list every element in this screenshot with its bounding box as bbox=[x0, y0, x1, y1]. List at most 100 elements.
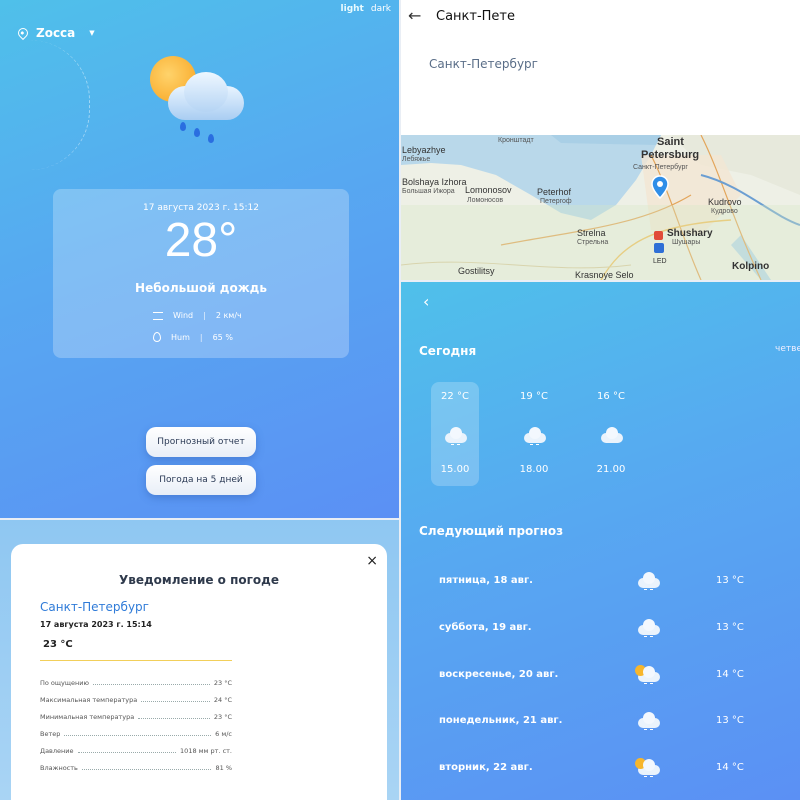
city-search-screen: ← Санкт-Петербург bbox=[401, 0, 800, 135]
hourly-temp: 22 °C bbox=[441, 391, 469, 402]
detail-row: Максимальная температура 24 °C bbox=[40, 696, 232, 704]
back-arrow-icon[interactable]: ← bbox=[408, 6, 421, 25]
theme-light-option[interactable]: light bbox=[341, 4, 364, 14]
day-label: суббота, 19 авг. bbox=[439, 622, 532, 633]
weather-main-screen: light dark Zocca ▼ 17 августа 2023 г. 15… bbox=[0, 0, 399, 518]
current-date: 17 августа 2023 г. 15:12 bbox=[143, 203, 259, 213]
map-label: Strelna bbox=[577, 228, 606, 238]
modal-title: Уведомление о погоде bbox=[119, 573, 279, 587]
current-weather-card: 17 августа 2023 г. 15:12 28° Небольшой д… bbox=[53, 189, 349, 358]
daily-forecast-row[interactable]: пятница, 18 авг. 13 °C bbox=[439, 572, 759, 592]
daily-forecast-row[interactable]: вторник, 22 авг. 14 °C bbox=[439, 758, 759, 779]
map-label: Peterhof bbox=[537, 187, 572, 197]
rain-cloud-icon bbox=[522, 427, 546, 445]
weather-notification-screen: × Уведомление о погоде Санкт-Петербург 1… bbox=[0, 520, 399, 800]
humidity-drop-icon bbox=[153, 332, 161, 342]
next-forecast-heading: Следующий прогноз bbox=[419, 524, 564, 538]
separator: | bbox=[203, 311, 206, 320]
modal-date: 17 августа 2023 г. 15:14 bbox=[40, 620, 152, 629]
daily-forecast-row[interactable]: понедельник, 21 авг. 13 °C bbox=[439, 712, 759, 732]
location-pin-icon bbox=[15, 25, 31, 41]
daily-forecast-row[interactable]: суббота, 19 авг. 13 °C bbox=[439, 619, 759, 639]
cloud-icon bbox=[599, 427, 623, 443]
rain-cloud-icon bbox=[636, 572, 660, 590]
rain-cloud-icon bbox=[636, 712, 660, 730]
map-label: Санкт-Петербург bbox=[633, 164, 688, 171]
map-label: Kudrovo bbox=[708, 197, 742, 207]
forecast-report-button[interactable]: Прогнозный отчет bbox=[146, 427, 256, 457]
map-background bbox=[401, 135, 800, 280]
map-label: Lebyazhye bbox=[402, 145, 446, 155]
detail-row: По ощущению 23 °C bbox=[40, 679, 232, 687]
rain-cloud-icon bbox=[443, 427, 467, 445]
city-map[interactable]: Кронштадт Saint Petersburg Санкт-Петербу… bbox=[401, 135, 800, 280]
wind-label: Wind bbox=[173, 311, 194, 320]
day-label: пятница, 18 авг. bbox=[439, 575, 533, 586]
airport-icon bbox=[654, 243, 664, 253]
detail-row: Давление 1018 мм рт. ст. bbox=[40, 747, 232, 755]
map-label: Lomonosov bbox=[465, 185, 512, 195]
modal-temperature: 23 °C bbox=[40, 639, 232, 661]
sun-cloud-rain-icon bbox=[150, 56, 250, 146]
city-search-input[interactable] bbox=[436, 5, 766, 27]
separator: | bbox=[199, 332, 203, 342]
day-temp: 13 °C bbox=[716, 715, 744, 726]
next-day-tab[interactable]: четве bbox=[775, 344, 800, 354]
notification-modal: × Уведомление о погоде Санкт-Петербург 1… bbox=[11, 544, 387, 800]
map-label: LED bbox=[653, 258, 667, 265]
hourly-temp: 19 °C bbox=[520, 391, 548, 402]
wind-value: 2 км/ч bbox=[215, 311, 242, 320]
humidity-label: Hum bbox=[171, 332, 190, 342]
hourly-temp: 16 °C bbox=[597, 391, 625, 402]
map-label: Петергоф bbox=[540, 198, 572, 205]
location-selector[interactable]: Zocca ▼ bbox=[15, 25, 95, 41]
hourly-time: 18.00 bbox=[519, 464, 549, 475]
today-heading: Сегодня bbox=[419, 344, 477, 358]
map-label: Shushary bbox=[667, 228, 713, 239]
day-label: понедельник, 21 авг. bbox=[439, 715, 563, 726]
weather-condition: Небольшой дождь bbox=[135, 281, 267, 295]
humidity-value: 65 % bbox=[212, 332, 233, 342]
day-label: вторник, 22 авг. bbox=[439, 762, 533, 773]
five-day-forecast-button[interactable]: Погода на 5 дней bbox=[146, 465, 256, 495]
map-label: Лебяжье bbox=[402, 156, 431, 163]
map-pin-icon[interactable] bbox=[651, 175, 669, 200]
day-temp: 14 °C bbox=[716, 762, 744, 773]
theme-dark-option[interactable]: dark bbox=[371, 4, 391, 14]
wind-row: Wind | 2 км/ч bbox=[153, 311, 242, 320]
location-name: Zocca bbox=[36, 26, 76, 40]
hourly-time: 15.00 bbox=[440, 464, 470, 475]
hourly-card[interactable]: 19 °C 18.00 bbox=[510, 382, 558, 486]
map-label: Saint bbox=[657, 136, 684, 148]
chevron-down-icon[interactable]: ▼ bbox=[89, 29, 94, 37]
map-label: Стрельна bbox=[577, 239, 609, 246]
theme-toggle: light dark bbox=[341, 4, 391, 14]
city-suggestion-item[interactable]: Санкт-Петербург bbox=[429, 57, 538, 71]
map-label: Большая Ижора bbox=[402, 188, 455, 195]
day-temp: 13 °C bbox=[716, 575, 744, 586]
sun-cloud-rain-icon bbox=[635, 665, 660, 684]
wind-icon bbox=[153, 311, 163, 320]
map-label: Шушары bbox=[672, 239, 701, 246]
hourly-time: 21.00 bbox=[596, 464, 626, 475]
map-label: Petersburg bbox=[641, 149, 700, 161]
map-label: Кронштадт bbox=[498, 137, 534, 144]
close-icon[interactable]: × bbox=[366, 553, 378, 569]
forecast-screen: ‹ четве Сегодня 22 °C 15.00 19 °C 18.00 … bbox=[401, 282, 800, 800]
day-temp: 14 °C bbox=[716, 669, 744, 680]
sun-cloud-rain-icon bbox=[635, 758, 660, 777]
current-temperature: 28° bbox=[164, 214, 238, 267]
map-label: Ломоносов bbox=[467, 197, 504, 204]
detail-row: Ветер 6 м/с bbox=[40, 730, 232, 738]
hourly-card[interactable]: 16 °C 21.00 bbox=[587, 382, 635, 486]
map-label: Кудрово bbox=[711, 208, 738, 215]
humidity-row: Hum | 65 % bbox=[153, 332, 233, 342]
rain-cloud-icon bbox=[636, 619, 660, 637]
daily-forecast-row[interactable]: воскресенье, 20 авг. 14 °C bbox=[439, 665, 759, 686]
back-chevron-icon[interactable]: ‹ bbox=[423, 292, 429, 311]
hourly-card-selected[interactable]: 22 °C 15.00 bbox=[431, 382, 479, 486]
detail-row: Минимальная температура 23 °C bbox=[40, 713, 232, 721]
day-temp: 13 °C bbox=[716, 622, 744, 633]
poi-icon bbox=[654, 231, 663, 240]
modal-city: Санкт-Петербург bbox=[40, 600, 149, 614]
